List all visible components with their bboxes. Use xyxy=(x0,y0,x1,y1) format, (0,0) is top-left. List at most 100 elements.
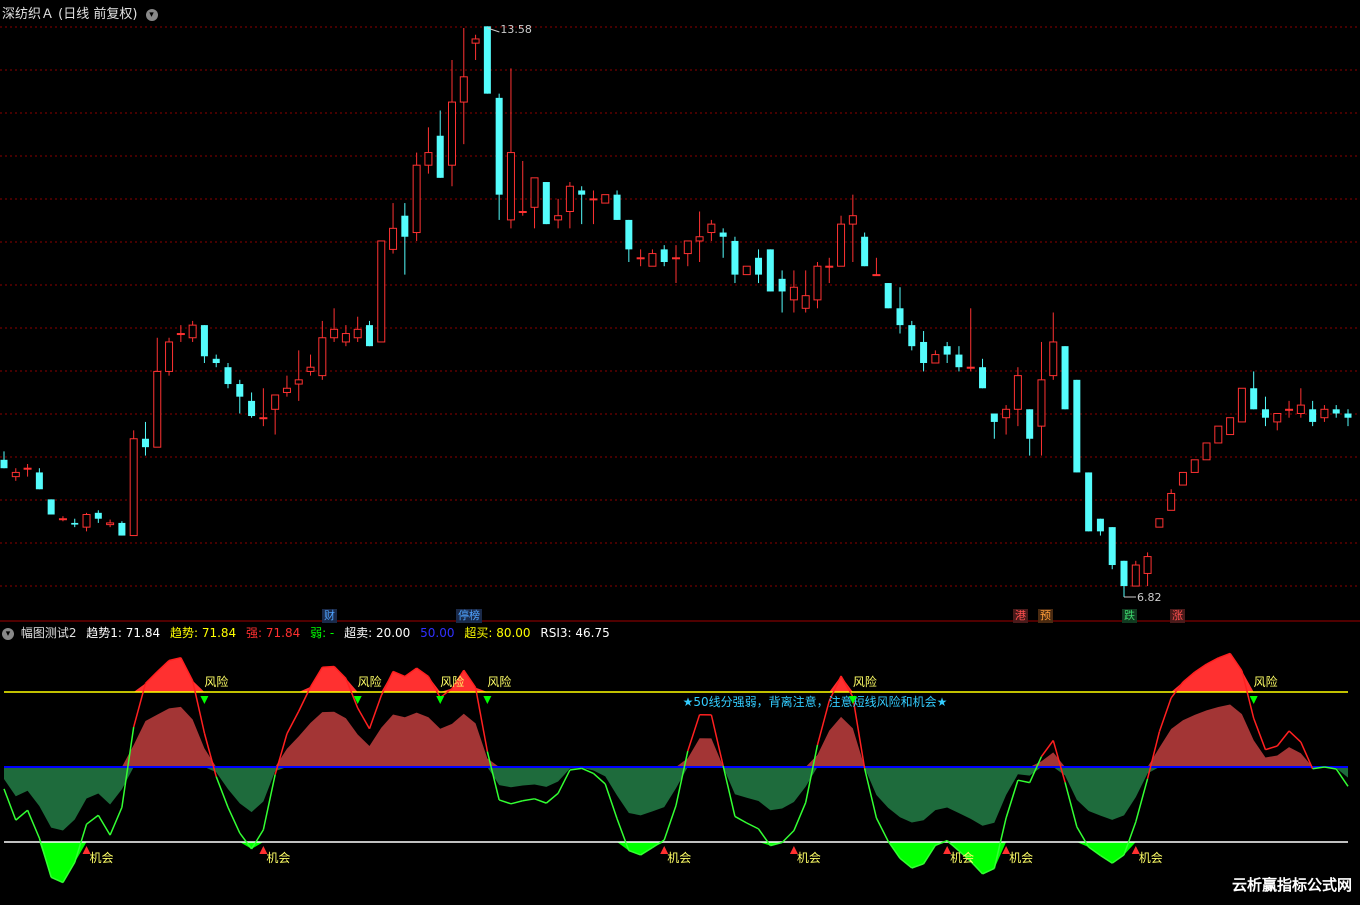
risk-label: 风险 xyxy=(853,674,877,689)
event-tag[interactable]: 财 xyxy=(322,609,337,623)
event-tag[interactable]: 预 xyxy=(1038,609,1053,623)
candlestick-svg[interactable]: 13.586.82 xyxy=(0,0,1360,622)
risk-arrow xyxy=(1250,696,1258,704)
candle-body xyxy=(295,380,302,384)
candle-body xyxy=(708,224,715,232)
candle-body xyxy=(1156,519,1163,527)
candle-body xyxy=(649,254,656,267)
candle-body xyxy=(59,519,66,520)
candle-body xyxy=(319,338,326,376)
candle-body xyxy=(743,266,750,274)
event-tag[interactable]: 停榜 xyxy=(456,609,482,623)
candle-body xyxy=(684,241,691,254)
candle-body xyxy=(154,371,161,447)
trend-line-segment xyxy=(570,768,582,770)
trend-line-segment xyxy=(1265,746,1277,750)
candle-body xyxy=(189,325,196,338)
candle-body xyxy=(885,283,892,308)
candle-body xyxy=(71,523,78,525)
candle-body xyxy=(1014,376,1021,410)
indicator-chart[interactable]: ★50线分强弱，背离注意，注意短线风险和机会★机会风险机会风险风险风险机会机会风… xyxy=(0,622,1360,901)
risk-arrow xyxy=(200,696,208,704)
candle-body xyxy=(614,195,621,220)
price-chart[interactable]: 13.586.82 xyxy=(0,0,1360,622)
candle-body xyxy=(401,216,408,237)
candle-body xyxy=(307,367,314,371)
candle-body xyxy=(790,287,797,300)
candle-body xyxy=(1215,426,1222,443)
candle-body xyxy=(95,513,102,519)
candle-body xyxy=(496,98,503,195)
candle-body xyxy=(590,199,597,200)
risk-arrow xyxy=(483,696,491,704)
event-tag[interactable]: 港 xyxy=(1013,609,1028,623)
indicator-note: ★50线分强弱，背离注意，注意短线风险和机会★ xyxy=(683,694,948,709)
candle-body xyxy=(390,228,397,249)
candle-body xyxy=(1309,409,1316,422)
candle-body xyxy=(413,165,420,232)
stock-title: 深纺织Ａ (日线 前复权) xyxy=(2,7,137,22)
trend-line-segment xyxy=(664,806,676,841)
candle-body xyxy=(991,414,998,422)
candle-body xyxy=(661,249,668,262)
trend-line-segment xyxy=(1289,731,1301,742)
candle-body xyxy=(118,523,125,536)
candle-body xyxy=(1073,380,1080,473)
trend-line-segment xyxy=(110,807,122,835)
candle-body xyxy=(731,241,738,275)
candle-body xyxy=(826,266,833,267)
event-tag[interactable]: 跌 xyxy=(1122,609,1137,623)
trend-line-segment xyxy=(523,799,535,801)
candle-body xyxy=(779,279,786,292)
candle-body xyxy=(979,367,986,388)
candle-body xyxy=(213,359,220,363)
candle-body xyxy=(177,334,184,335)
trend-line-segment xyxy=(794,803,806,831)
trend-line-segment xyxy=(87,815,99,824)
candle-body xyxy=(107,523,114,525)
candle-body xyxy=(342,334,349,342)
candle-body xyxy=(1227,418,1234,435)
candle-body xyxy=(1191,460,1198,473)
risk-label: 风险 xyxy=(358,674,382,689)
indicator-svg[interactable]: ★50线分强弱，背离注意，注意短线风险和机会★机会风险机会风险风险风险机会机会风… xyxy=(0,622,1360,901)
candle-body xyxy=(814,266,821,300)
watermark: 云析赢指标公式网 xyxy=(1232,874,1352,895)
candle-body xyxy=(236,384,243,397)
candle-body xyxy=(272,395,279,409)
candle-body xyxy=(1003,409,1010,417)
chart-title: 深纺织Ａ (日线 前复权) ▾ xyxy=(2,3,158,22)
candle-body xyxy=(1085,472,1092,531)
risk-arrow xyxy=(436,696,444,704)
trend-line-segment xyxy=(322,666,334,667)
candle-body xyxy=(260,418,267,419)
trend-line-segment xyxy=(735,816,747,823)
candle-body xyxy=(437,136,444,178)
trend-line-segment xyxy=(1242,671,1254,718)
candle-body xyxy=(225,367,232,384)
candle-body xyxy=(166,342,173,371)
trend-line-segment xyxy=(358,708,370,729)
candle-body xyxy=(1238,388,1245,422)
candle-body xyxy=(543,182,550,224)
candle-body xyxy=(625,220,632,249)
trend-line-segment xyxy=(876,818,888,841)
candle-body xyxy=(1109,527,1116,565)
candle-body xyxy=(519,211,526,212)
candle-body xyxy=(24,468,31,469)
candle-body xyxy=(36,472,43,489)
trend-line-segment xyxy=(1159,698,1171,732)
trend-line-segment xyxy=(287,711,299,734)
trend-line-segment xyxy=(252,830,264,849)
candle-body xyxy=(578,190,585,194)
candle-body xyxy=(130,439,137,536)
trend-line-segment xyxy=(1018,780,1030,782)
candle-body xyxy=(1168,493,1175,510)
trend-line-segment xyxy=(546,793,558,803)
strength-area-down xyxy=(4,767,1348,831)
candle-body xyxy=(1038,380,1045,426)
event-tag[interactable]: 涨 xyxy=(1170,609,1185,623)
chevron-down-icon[interactable]: ▾ xyxy=(146,9,158,21)
candle-body xyxy=(378,241,385,342)
candle-body xyxy=(1274,414,1281,422)
